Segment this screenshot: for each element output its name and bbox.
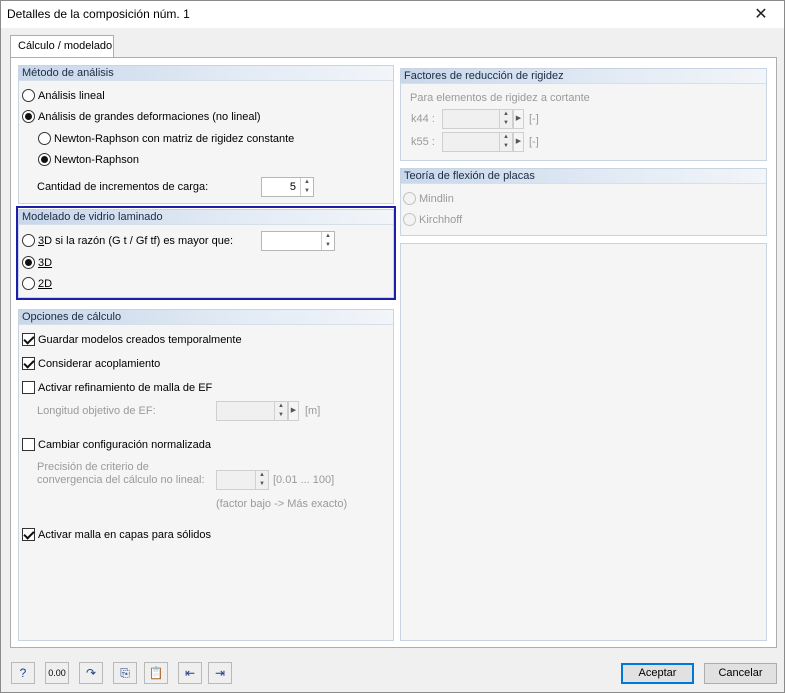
checkbox-label: Considerar acoplamiento <box>38 357 161 370</box>
analysis-method-header: Método de análisis <box>19 66 393 81</box>
radio-indicator[interactable] <box>403 213 416 226</box>
up-arrow-icon[interactable]: ▲ <box>500 133 512 142</box>
k44-value[interactable] <box>443 110 499 128</box>
checkbox-coupling[interactable]: Considerar acoplamiento <box>22 357 160 370</box>
copy-icon[interactable]: ⎘ <box>113 662 137 684</box>
stepper-buttons[interactable]: ▲ ▼ <box>255 471 268 489</box>
empty-panel <box>400 243 767 641</box>
close-icon[interactable]: ✕ <box>738 1 784 28</box>
checkbox-label: Activar malla en capas para sólidos <box>38 528 212 541</box>
radio-large-deformation[interactable]: Análisis de grandes deformaciones (no li… <box>22 110 261 123</box>
import-icon[interactable]: ⇤ <box>178 662 202 684</box>
checkbox-change-standard-config[interactable]: Cambiar configuración normalizada <box>22 438 211 451</box>
stepper-buttons[interactable]: ▲ ▼ <box>499 133 512 151</box>
checkbox-mesh-refinement[interactable]: Activar refinamiento de malla de EF <box>22 381 212 394</box>
reset-icon[interactable]: ↷ <box>79 662 103 684</box>
radio-label: Kirchhoff <box>419 213 463 226</box>
precision-stepper[interactable]: ▲ ▼ <box>216 470 269 490</box>
fe-target-length-menu-icon[interactable]: ▶ <box>288 401 299 421</box>
load-increments-stepper[interactable]: 5 ▲ ▼ <box>261 177 314 197</box>
radio-label: Mindlin <box>419 192 454 205</box>
up-arrow-icon[interactable]: ▲ <box>256 471 268 480</box>
precision-hint: (factor bajo -> Más exacto) <box>216 498 348 510</box>
fe-target-length-value[interactable] <box>217 402 274 420</box>
ok-button[interactable]: Aceptar <box>621 663 694 684</box>
fe-target-length-stepper[interactable]: ▲ ▼ <box>216 401 288 421</box>
dialog-window: Detalles de la composición núm. 1 ✕ Cálc… <box>0 0 785 693</box>
stepper-buttons[interactable]: ▲ ▼ <box>300 178 313 196</box>
title-bar: Detalles de la composición núm. 1 ✕ <box>1 1 784 28</box>
k44-stepper[interactable]: ▲ ▼ <box>442 109 513 129</box>
checkbox-indicator[interactable] <box>22 438 35 451</box>
checkbox-indicator[interactable] <box>22 528 35 541</box>
k55-unit: [-] <box>529 136 539 148</box>
tab-calculo-modelado[interactable]: Cálculo / modelado <box>10 35 114 58</box>
down-arrow-icon[interactable]: ▼ <box>500 119 512 128</box>
help-icon[interactable]: ? <box>11 662 35 684</box>
up-arrow-icon[interactable]: ▲ <box>500 110 512 119</box>
radio-label: Newton-Raphson <box>54 153 139 166</box>
radio-indicator[interactable] <box>38 153 51 166</box>
checkbox-label: Activar refinamiento de malla de EF <box>38 381 213 394</box>
cancel-button[interactable]: Cancelar <box>704 663 777 684</box>
checkbox-indicator[interactable] <box>22 381 35 394</box>
checkbox-indicator[interactable] <box>22 333 35 346</box>
fe-target-length-label: Longitud objetivo de EF: <box>37 405 156 417</box>
radio-kirchhoff[interactable]: Kirchhoff <box>403 213 462 226</box>
radio-label: Newton-Raphson con matriz de rigidez con… <box>54 132 295 145</box>
precision-value[interactable] <box>217 471 255 489</box>
checkbox-layered-mesh[interactable]: Activar malla en capas para sólidos <box>22 528 211 541</box>
checkbox-save-temp-models[interactable]: Guardar modelos creados temporalmente <box>22 333 242 346</box>
down-arrow-icon[interactable]: ▼ <box>275 411 287 420</box>
checkbox-label: Cambiar configuración normalizada <box>38 438 212 451</box>
radio-indicator[interactable] <box>403 192 416 205</box>
down-arrow-icon[interactable]: ▼ <box>301 187 313 196</box>
precision-label-line-2: convergencia del cálculo no lineal: <box>37 474 205 486</box>
window-title: Detalles de la composición núm. 1 <box>7 7 190 21</box>
stiffness-subtitle: Para elementos de rigidez a cortante <box>410 92 590 104</box>
radio-linear-analysis[interactable]: Análisis lineal <box>22 89 105 102</box>
radio-indicator[interactable] <box>38 132 51 145</box>
bottom-toolbar: ? 0.00 ↷ ⎘ 📋 ⇤ ⇥ Aceptar Cancelar <box>1 653 784 692</box>
k55-menu-icon[interactable]: ▶ <box>513 132 524 152</box>
k44-unit: [-] <box>529 113 539 125</box>
up-arrow-icon[interactable]: ▲ <box>275 402 287 411</box>
k55-value[interactable] <box>443 133 499 151</box>
radio-newton-constant[interactable]: Newton-Raphson con matriz de rigidez con… <box>38 132 294 145</box>
checkbox-label: Guardar modelos creados temporalmente <box>38 333 242 346</box>
precision-range: [0.01 ... 100] <box>273 474 335 486</box>
k44-menu-icon[interactable]: ▶ <box>513 109 524 129</box>
radio-label: Análisis de grandes deformaciones (no li… <box>38 110 261 123</box>
radio-indicator[interactable] <box>22 110 35 123</box>
fe-target-length-unit: [m] <box>305 405 321 417</box>
precision-label-line-1: Precisión de criterio de <box>37 461 149 473</box>
checkbox-indicator[interactable] <box>22 357 35 370</box>
plate-theory-header: Teoría de flexión de placas <box>401 169 766 184</box>
up-arrow-icon[interactable]: ▲ <box>301 178 313 187</box>
down-arrow-icon[interactable]: ▼ <box>256 480 268 489</box>
export-icon[interactable]: ⇥ <box>208 662 232 684</box>
load-increments-label: Cantidad de incrementos de carga: <box>37 181 209 193</box>
stepper-buttons[interactable]: ▲ ▼ <box>499 110 512 128</box>
radio-indicator[interactable] <box>22 89 35 102</box>
paste-icon[interactable]: 📋 <box>144 662 168 684</box>
tab-strip: Cálculo / modelado <box>1 28 784 58</box>
radio-label: Análisis lineal <box>38 89 105 102</box>
highlight-frame <box>16 206 396 300</box>
k55-stepper[interactable]: ▲ ▼ <box>442 132 513 152</box>
radio-newton-raphson[interactable]: Newton-Raphson <box>38 153 139 166</box>
load-increments-value[interactable]: 5 <box>262 178 300 196</box>
radio-mindlin[interactable]: Mindlin <box>403 192 454 205</box>
stiffness-reduction-header: Factores de reducción de rigidez <box>401 69 766 84</box>
stepper-buttons[interactable]: ▲ ▼ <box>274 402 287 420</box>
down-arrow-icon[interactable]: ▼ <box>500 142 512 151</box>
units-icon[interactable]: 0.00 <box>45 662 69 684</box>
calc-options-header: Opciones de cálculo <box>19 310 393 325</box>
k44-label: k44 : <box>411 113 435 125</box>
k55-label: k55 : <box>411 136 435 148</box>
